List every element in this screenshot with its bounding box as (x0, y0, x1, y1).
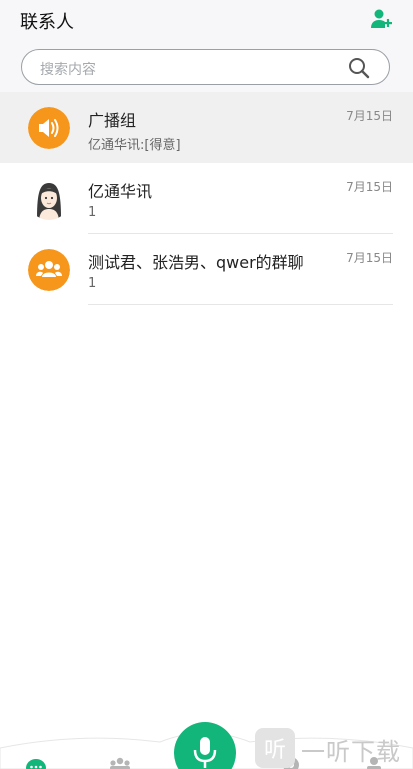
conversation-preview: 1 (88, 205, 97, 220)
add-contact-icon[interactable] (369, 7, 393, 31)
search-area: 搜索内容 (0, 40, 413, 92)
watermark-glyph: 听 (264, 738, 286, 763)
page-title: 联系人 (20, 12, 74, 33)
mic-button[interactable] (174, 722, 236, 769)
search-input[interactable]: 搜索内容 (21, 49, 390, 85)
group-icon (28, 249, 70, 291)
conversation-date: 7月15日 (346, 180, 393, 194)
mic-icon (193, 737, 217, 768)
conversation-date: 7月15日 (346, 251, 393, 265)
conversation-preview: 1 (88, 276, 97, 291)
list-item[interactable]: 广播组 亿通华讯:[得意] 7月15日 (0, 92, 413, 163)
conversation-preview: 亿通华讯:[得意] (88, 138, 181, 153)
contacts-icon[interactable] (108, 757, 132, 769)
top-bar: 联系人 (0, 0, 413, 40)
divider (88, 304, 393, 305)
broadcast-icon (28, 107, 70, 149)
watermark-logo: 听 (255, 728, 295, 768)
user-avatar (28, 178, 70, 220)
list-item[interactable]: 亿通华讯 1 7月15日 (0, 163, 413, 234)
chat-icon[interactable] (26, 758, 46, 769)
conversation-name: 亿通华讯 (88, 182, 153, 201)
conversation-list: 广播组 亿通华讯:[得意] 7月15日 亿通华讯 1 7月15日 测试君、张浩男… (0, 92, 413, 305)
conversation-date: 7月15日 (346, 109, 393, 123)
list-item[interactable]: 测试君、张浩男、qwer的群聊 1 7月15日 (0, 234, 413, 305)
search-placeholder: 搜索内容 (40, 62, 96, 78)
watermark-text: 一听下载 (301, 738, 401, 766)
conversation-name: 广播组 (88, 111, 137, 130)
conversation-name: 测试君、张浩男、qwer的群聊 (88, 253, 304, 272)
search-icon[interactable] (347, 56, 371, 80)
watermark: 听 一听下载 (253, 726, 413, 769)
